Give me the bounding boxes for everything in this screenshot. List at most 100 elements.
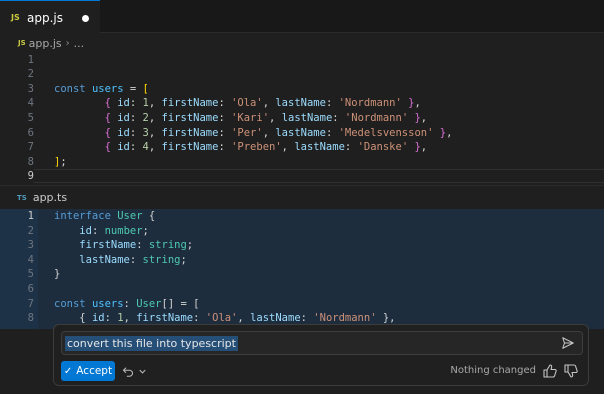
code-token: , bbox=[420, 141, 428, 154]
editor-line: 1 bbox=[0, 53, 604, 68]
code-token: User bbox=[117, 210, 143, 222]
inline-chat-widget: convert this file into typescript ✓ Acce… bbox=[53, 324, 589, 386]
breadcrumb-file[interactable]: app.js bbox=[29, 37, 62, 50]
code-token: firstName bbox=[79, 239, 137, 252]
code-token: : bbox=[300, 312, 314, 325]
line-number: 7 bbox=[27, 297, 34, 310]
code-token: : bbox=[91, 224, 105, 237]
line-code: { id: 1, firstName: 'Ola', lastName: 'No… bbox=[54, 96, 421, 111]
code-token: , bbox=[262, 97, 276, 110]
code-token: : bbox=[129, 97, 143, 110]
line-number: 7 bbox=[27, 141, 34, 154]
line-number: 9 bbox=[27, 170, 34, 183]
code-token: }, bbox=[376, 312, 396, 325]
chat-input[interactable]: convert this file into typescript bbox=[61, 331, 583, 355]
code-token: : bbox=[129, 141, 143, 154]
code-token: { bbox=[142, 210, 156, 222]
code-token: 'Kari' bbox=[231, 111, 270, 124]
code-token: users bbox=[91, 82, 124, 95]
line-code: } bbox=[54, 267, 60, 282]
diff-line: 3 firstName: string; bbox=[0, 238, 604, 253]
status-text: Nothing changed bbox=[450, 365, 536, 376]
line-number: 2 bbox=[27, 68, 34, 81]
code-token: [] = [ bbox=[161, 297, 200, 310]
code-token: , bbox=[269, 111, 282, 124]
code-token: { bbox=[54, 312, 92, 325]
code-token: , bbox=[148, 97, 162, 110]
accept-button[interactable]: ✓ Accept bbox=[61, 361, 115, 381]
code-token: : bbox=[136, 239, 149, 252]
code-token: : bbox=[332, 111, 345, 124]
line-number: 8 bbox=[27, 155, 34, 168]
line-number: 6 bbox=[27, 126, 34, 139]
tab-label: app.js bbox=[27, 10, 63, 25]
code-token: firstName bbox=[161, 126, 219, 139]
undo-icon bbox=[122, 367, 133, 377]
code-token: 'Nordmann' bbox=[344, 111, 409, 124]
line-code: id: number; bbox=[54, 224, 149, 239]
code-token: number bbox=[104, 224, 143, 237]
line-code: { id: 3, firstName: 'Per', lastName: 'Me… bbox=[54, 126, 453, 141]
check-icon: ✓ bbox=[63, 365, 73, 377]
editor-line: 9 bbox=[0, 169, 604, 184]
code-token: : bbox=[218, 141, 232, 154]
code-token: : bbox=[344, 141, 358, 154]
accept-label: Accept bbox=[76, 365, 113, 377]
code-token: users bbox=[91, 297, 124, 310]
diff-line: 4 lastName: string; bbox=[0, 253, 604, 268]
code-token: const bbox=[54, 82, 86, 95]
code-token: : bbox=[123, 297, 137, 310]
code-token: , bbox=[123, 312, 137, 325]
code-token: interface bbox=[54, 210, 111, 222]
code-token: id bbox=[79, 224, 92, 237]
line-code: const users = [ bbox=[54, 82, 149, 97]
line-number: 3 bbox=[27, 82, 34, 95]
code-token: 'Nordmann' bbox=[338, 97, 402, 110]
code-token: firstName bbox=[161, 111, 219, 124]
line-number: 4 bbox=[27, 97, 34, 110]
line-number: 5 bbox=[27, 111, 34, 124]
code-token: : bbox=[325, 126, 339, 139]
unsaved-dot-icon[interactable] bbox=[82, 15, 89, 22]
tab-bar: JS app.js bbox=[0, 0, 604, 34]
line-code: ]; bbox=[54, 155, 67, 170]
code-token: id bbox=[117, 97, 130, 110]
chevron-down-icon[interactable] bbox=[138, 367, 147, 376]
thumbs-down-icon[interactable] bbox=[563, 363, 579, 379]
code-token: firstName bbox=[136, 312, 194, 325]
diff-file-name[interactable]: app.ts bbox=[33, 191, 67, 204]
line-number: 4 bbox=[27, 253, 34, 266]
tab-app-js[interactable]: JS app.js bbox=[0, 0, 100, 34]
line-code: const users: User[] = [ bbox=[54, 297, 199, 312]
breadcrumb-separator: › bbox=[65, 37, 70, 49]
send-icon[interactable] bbox=[561, 336, 575, 350]
code-token: = bbox=[123, 82, 143, 95]
code-token: , bbox=[262, 126, 276, 139]
code-token: id bbox=[117, 111, 130, 124]
code-token: } bbox=[54, 268, 61, 281]
code-token: 'Ola' bbox=[205, 312, 238, 325]
undo-button[interactable] bbox=[122, 363, 148, 379]
code-token: : bbox=[129, 111, 143, 124]
code-token: : bbox=[129, 126, 143, 139]
code-token: id bbox=[117, 126, 130, 139]
breadcrumb-more[interactable]: ... bbox=[74, 37, 85, 50]
code-token: const bbox=[54, 297, 86, 310]
line-code: firstName: string; bbox=[54, 238, 193, 253]
line-number: 3 bbox=[27, 239, 34, 252]
code-token: , bbox=[148, 111, 162, 124]
line-number: 2 bbox=[27, 224, 34, 237]
editor-line: 3 const users = [ bbox=[0, 82, 604, 97]
code-token: ; bbox=[142, 224, 149, 237]
thumbs-up-icon[interactable] bbox=[542, 363, 558, 379]
code-token: , bbox=[446, 126, 453, 139]
code-token: 'Preben' bbox=[231, 141, 282, 154]
code-token: : bbox=[193, 312, 206, 325]
code-token: lastName bbox=[281, 111, 333, 124]
code-token: User bbox=[136, 297, 162, 310]
